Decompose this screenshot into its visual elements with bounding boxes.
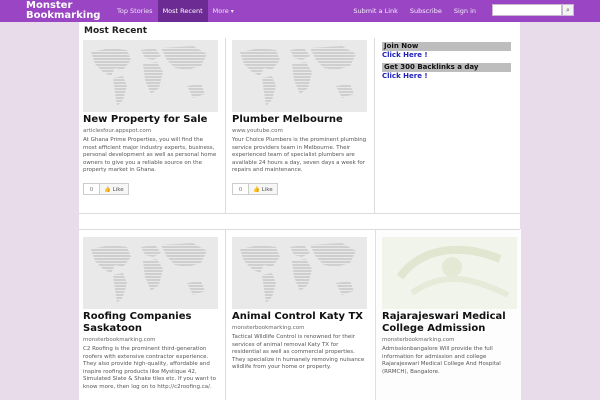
sidebar-link-join[interactable]: Click Here ! [382, 51, 428, 59]
story-title[interactable]: New Property for Sale [83, 114, 218, 126]
story-card: Plumber Melbourne www.youtube.com Your C… [232, 40, 367, 195]
sign-in-link[interactable]: Sign in [454, 7, 476, 15]
story-description: C2 Roofing is the prominent third-genera… [83, 346, 216, 390]
story-description: At Ghana Prime Properties, you will find… [83, 137, 217, 174]
nav-top-stories[interactable]: Top Stories [112, 0, 158, 22]
story-card: Animal Control Katy TX monsterbookmarkin… [232, 237, 367, 372]
world-map-image [83, 40, 218, 112]
nav-more[interactable]: More ▾ [208, 0, 239, 22]
story-title[interactable]: Rajarajeswari Medical College Admission [382, 311, 517, 335]
story-description: Admissionbangalore Will provide the full… [382, 346, 501, 375]
sidebar-heading-backlinks: Get 300 Backlinks a day [382, 63, 511, 72]
nav-more-label: More [212, 7, 229, 15]
logo-line-2: Bookmarking [26, 10, 101, 21]
main-nav: Top Stories Most Recent More ▾ [112, 0, 239, 22]
submit-link[interactable]: Submit a Link [353, 7, 397, 15]
row-divider [79, 229, 520, 230]
like-label: Like [112, 186, 124, 193]
section-title: Most Recent [84, 26, 148, 36]
story-description: Your Choice Plumbers is the prominent pl… [232, 137, 367, 174]
like-button[interactable]: 👍 Like [100, 182, 129, 195]
college-photo-image [382, 237, 517, 309]
story-thumbnail[interactable] [83, 40, 218, 112]
story-thumbnail[interactable] [83, 237, 218, 309]
world-map-image [232, 40, 367, 112]
story-thumbnail[interactable] [232, 40, 367, 112]
story-description: Tactical Wildlife Control is renowned fo… [232, 334, 365, 371]
row-divider [79, 213, 520, 214]
story-card: Rajarajeswari Medical College Admission … [382, 237, 517, 376]
story-title[interactable]: Plumber Melbourne [232, 114, 367, 126]
thumbs-up-icon: 👍 [104, 186, 111, 193]
caret-down-icon: ▾ [230, 8, 234, 15]
column-divider [374, 38, 375, 213]
story-domain: monsterbookmarking.com [382, 337, 455, 343]
vote-widget: 0 👍 Like [83, 182, 218, 195]
story-title[interactable]: Animal Control Katy TX [232, 311, 367, 323]
vote-count: 0 [83, 182, 100, 195]
search-button[interactable]: ⌕ [562, 4, 574, 16]
vote-count: 0 [232, 182, 249, 195]
like-button[interactable]: 👍 Like [249, 182, 278, 195]
sidebar-link-backlinks[interactable]: Click Here ! [382, 72, 428, 80]
column-divider [225, 229, 226, 400]
world-map-image [83, 237, 218, 309]
story-card: Roofing Companies Saskatoon monsterbookm… [83, 237, 218, 392]
story-title[interactable]: Roofing Companies Saskatoon [83, 311, 218, 335]
story-thumbnail[interactable] [382, 237, 517, 309]
search-icon: ⌕ [566, 6, 570, 14]
story-domain: www.youtube.com [232, 128, 283, 134]
nav-most-recent[interactable]: Most Recent [157, 0, 208, 22]
vote-widget: 0 👍 Like [232, 182, 367, 195]
site-logo[interactable]: Monster Bookmarking [26, 1, 100, 21]
sidebar-heading-join: Join Now [382, 42, 511, 51]
header-links: Submit a Link Subscribe Sign in [353, 0, 488, 22]
story-domain: articlesfour.appspot.com [83, 128, 152, 134]
subscribe-link[interactable]: Subscribe [410, 7, 442, 15]
top-navigation-bar: Monster Bookmarking Top Stories Most Rec… [0, 0, 600, 22]
world-map-image [232, 237, 367, 309]
story-card: New Property for Sale articlesfour.appsp… [83, 40, 218, 195]
story-thumbnail[interactable] [232, 237, 367, 309]
column-divider [225, 38, 226, 213]
search-input[interactable] [492, 4, 562, 16]
story-domain: monsterbookmarking.com [83, 337, 156, 343]
story-domain: monsterbookmarking.com [232, 325, 305, 331]
like-label: Like [261, 186, 273, 193]
thumbs-up-icon: 👍 [253, 186, 260, 193]
